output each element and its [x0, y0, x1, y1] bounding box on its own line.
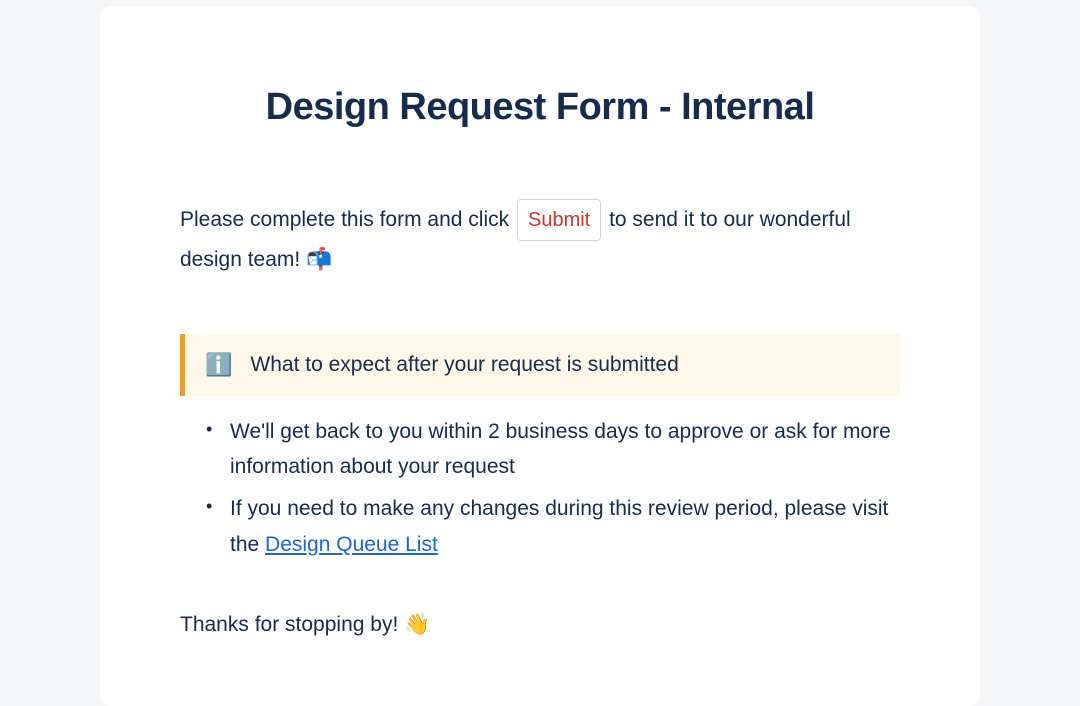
- list-item: We'll get back to you within 2 business …: [202, 414, 900, 485]
- design-queue-link[interactable]: Design Queue List: [265, 533, 438, 556]
- intro-paragraph: Please complete this form and click Subm…: [180, 199, 900, 279]
- mailbox-icon: 📬: [306, 248, 332, 271]
- expectations-list: We'll get back to you within 2 business …: [180, 414, 900, 563]
- page-title: Design Request Form - Internal: [180, 86, 900, 129]
- thanks-text: Thanks for stopping by! 👋: [180, 613, 900, 637]
- bullet-text: We'll get back to you within 2 business …: [230, 420, 891, 479]
- list-item: If you need to make any changes during t…: [202, 491, 900, 562]
- info-icon: ℹ️: [205, 352, 232, 378]
- info-callout: ℹ️ What to expect after your request is …: [180, 334, 900, 396]
- thanks-message: Thanks for stopping by!: [180, 613, 404, 636]
- intro-before-text: Please complete this form and click: [180, 208, 515, 231]
- wave-icon: 👋: [404, 613, 430, 636]
- submit-button-pill[interactable]: Submit: [517, 199, 601, 241]
- form-card: Design Request Form - Internal Please co…: [100, 6, 980, 706]
- callout-text: What to expect after your request is sub…: [250, 353, 678, 377]
